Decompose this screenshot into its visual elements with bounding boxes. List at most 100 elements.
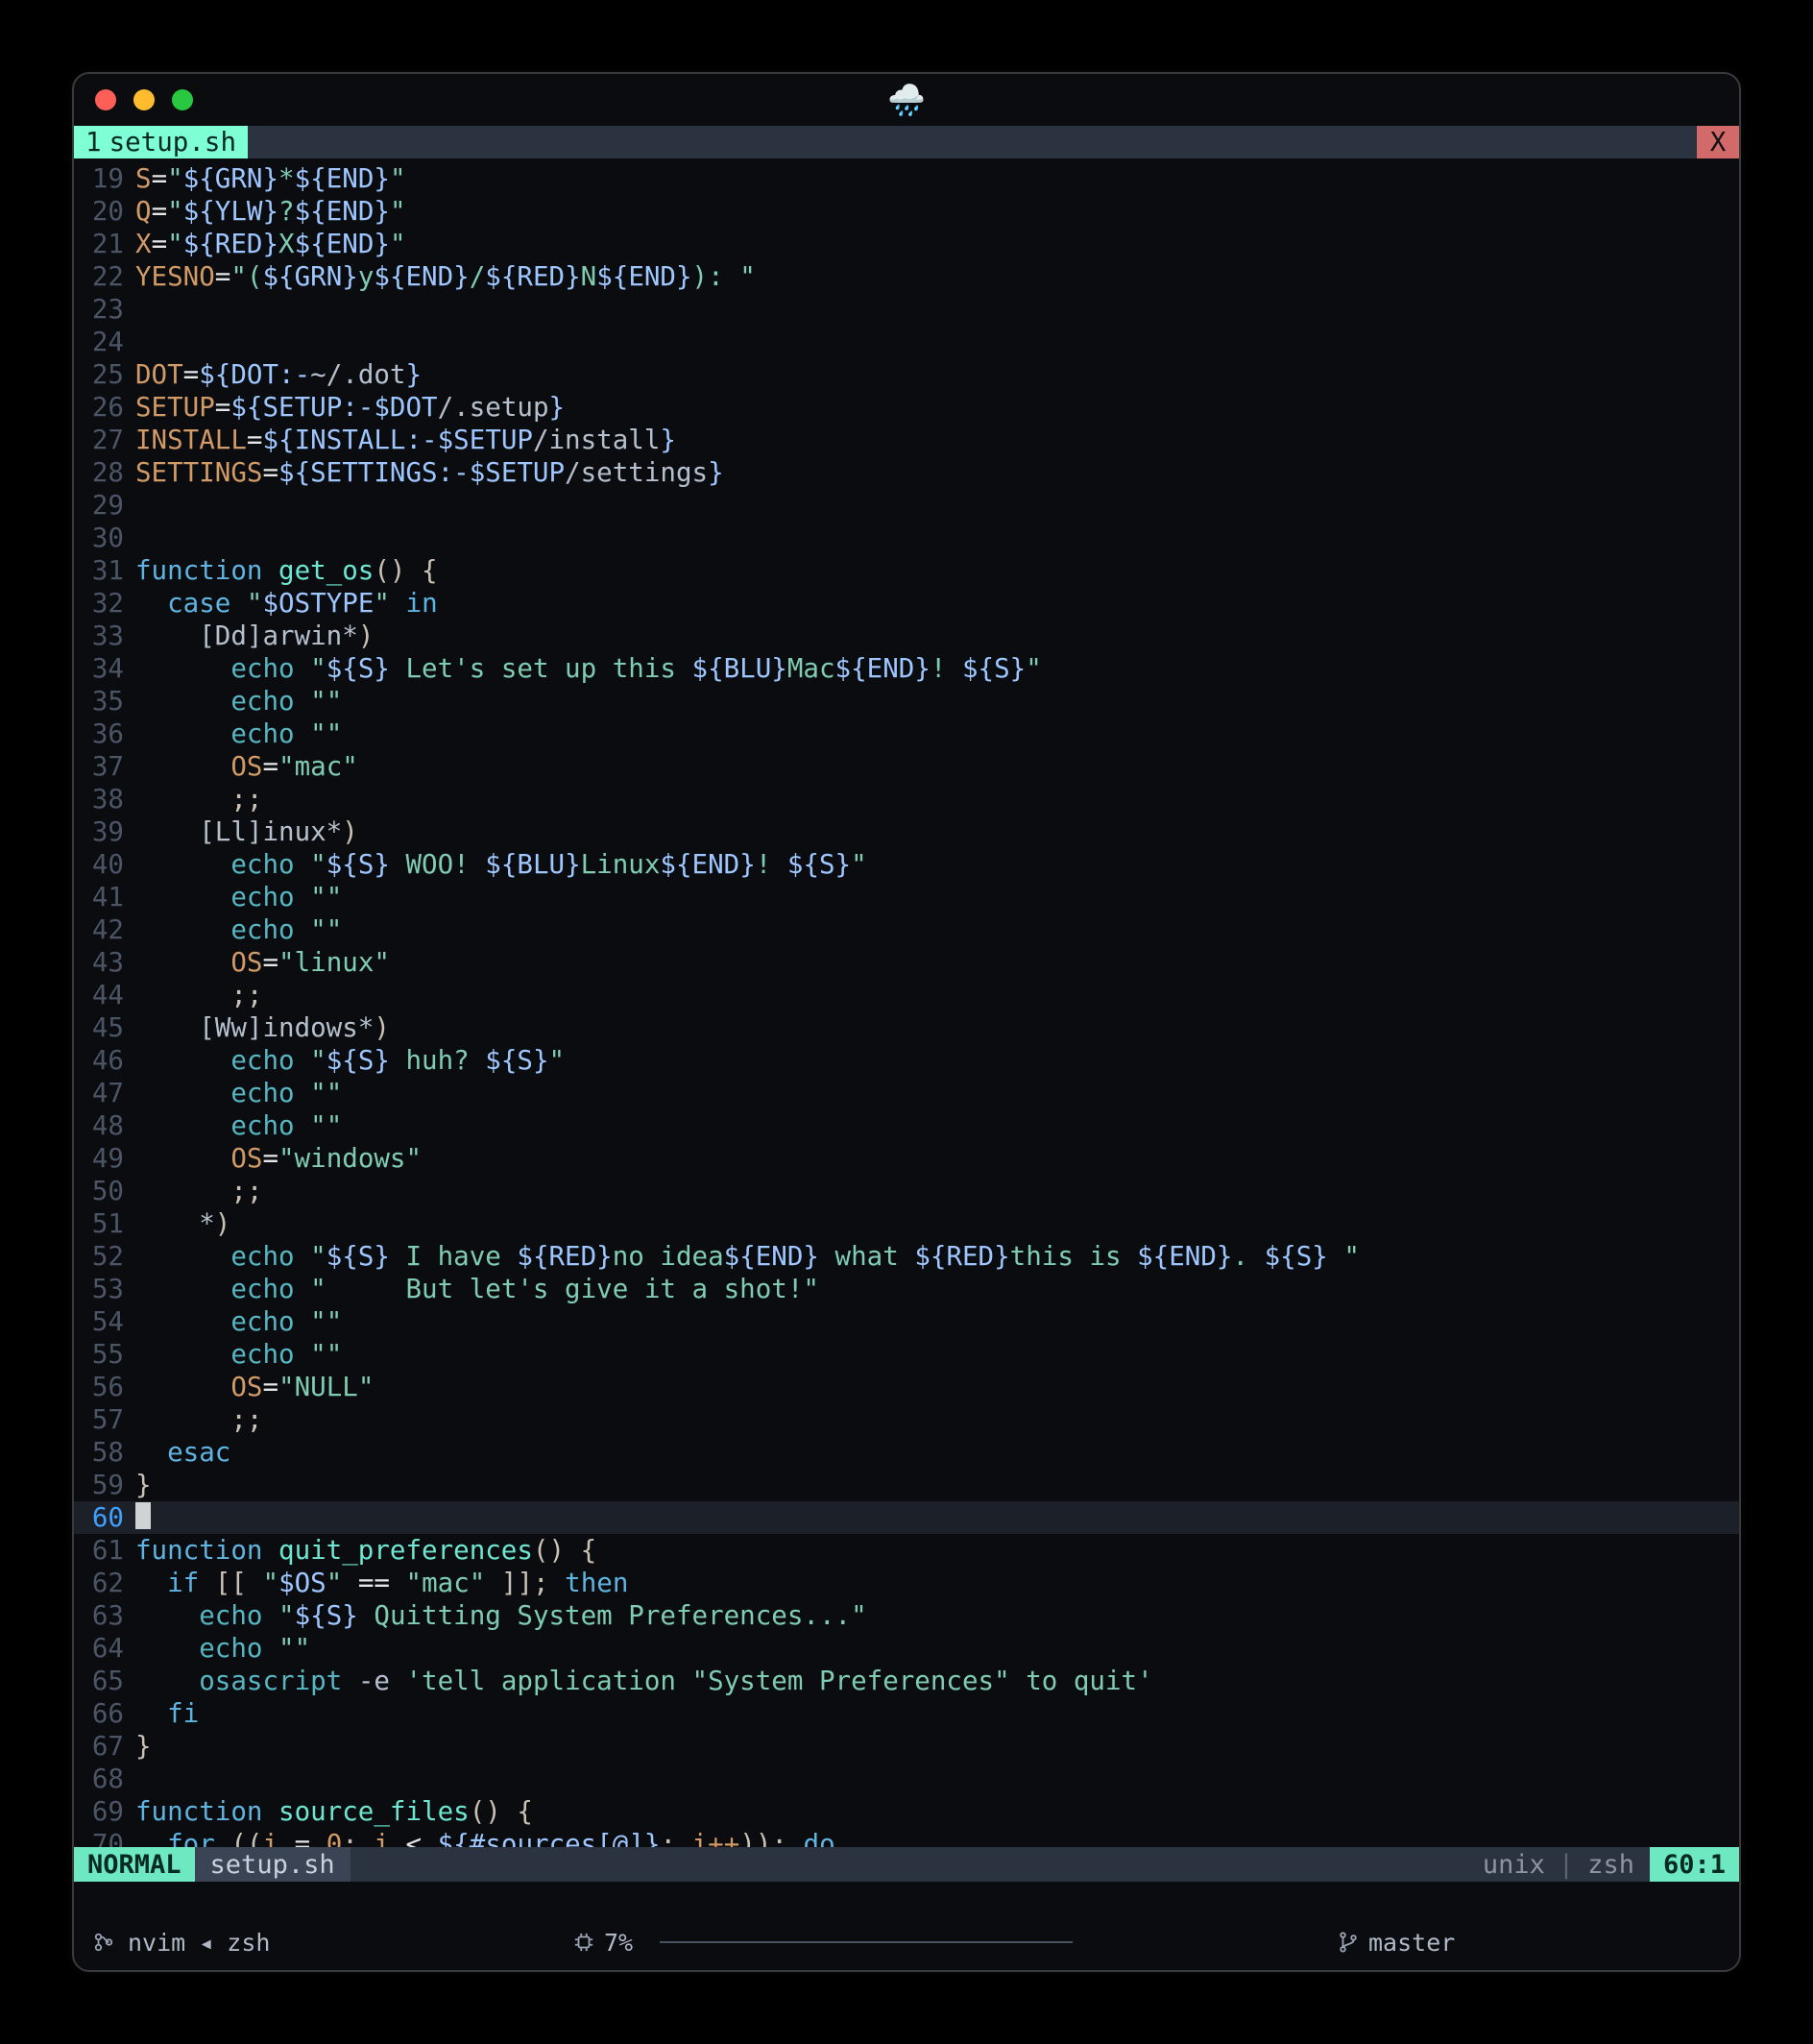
tmux-separator [660,1941,1073,1943]
code-line[interactable]: 22YESNO="(${GRN}y${END}/${RED}N${END}): … [74,260,1739,293]
code-line[interactable]: 35 echo "" [74,685,1739,718]
line-number: 21 [74,228,135,260]
line-number: 36 [74,718,135,750]
line-number: 48 [74,1109,135,1142]
code-line[interactable]: 44 ;; [74,979,1739,1011]
tmux-left: nvim ◂ zsh [93,1929,270,1957]
code-content: echo "" [135,913,1739,946]
code-line[interactable]: 19S="${GRN}*${END}" [74,162,1739,195]
line-number: 26 [74,391,135,424]
code-line[interactable]: 42 echo "" [74,913,1739,946]
code-content: S="${GRN}*${END}" [135,162,1739,195]
code-content [135,293,1739,326]
code-line[interactable]: 46 echo "${S} huh? ${S}" [74,1044,1739,1077]
code-line[interactable]: 21X="${RED}X${END}" [74,228,1739,260]
code-line[interactable]: 47 echo "" [74,1077,1739,1109]
code-content: function source_files() { [135,1795,1739,1828]
code-line[interactable]: 56 OS="NULL" [74,1371,1739,1403]
code-line[interactable]: 28SETTINGS=${SETTINGS:-$SETUP/settings} [74,456,1739,489]
code-line[interactable]: 60 [74,1501,1739,1534]
code-line[interactable]: 43 OS="linux" [74,946,1739,979]
code-line[interactable]: 26SETUP=${SETUP:-$DOT/.setup} [74,391,1739,424]
code-line[interactable]: 58 esac [74,1436,1739,1469]
code-line[interactable]: 37 OS="mac" [74,750,1739,783]
line-number: 56 [74,1371,135,1403]
code-line[interactable]: 29 [74,489,1739,522]
line-number: 64 [74,1632,135,1665]
code-line[interactable]: 39 [Ll]inux*) [74,815,1739,848]
code-line[interactable]: 64 echo "" [74,1632,1739,1665]
code-line[interactable]: 52 echo "${S} I have ${RED}no idea${END}… [74,1240,1739,1273]
code-line[interactable]: 61function quit_preferences() { [74,1534,1739,1567]
tab-index: 1 [85,127,102,158]
code-line[interactable]: 25DOT=${DOT:-~/.dot} [74,358,1739,391]
code-content [135,489,1739,522]
code-line[interactable]: 62 if [[ "$OS" == "mac" ]]; then [74,1567,1739,1599]
code-line[interactable]: 33 [Dd]arwin*) [74,620,1739,652]
branch-activity-icon [93,1932,114,1953]
code-line[interactable]: 32 case "$OSTYPE" in [74,587,1739,620]
code-line[interactable]: 30 [74,522,1739,554]
code-line[interactable]: 66 fi [74,1697,1739,1730]
line-number: 43 [74,946,135,979]
line-number: 52 [74,1240,135,1273]
minimize-window-button[interactable] [133,89,155,110]
code-content: function quit_preferences() { [135,1534,1739,1567]
close-icon: X [1710,127,1727,158]
tabbar-spacer [248,126,1697,158]
code-line[interactable]: 50 ;; [74,1175,1739,1207]
buffer-tabbar: 1 setup.sh X [74,126,1739,158]
line-number: 68 [74,1763,135,1795]
code-content: echo " But let's give it a shot!" [135,1273,1739,1305]
code-line[interactable]: 24 [74,326,1739,358]
code-line[interactable]: 69function source_files() { [74,1795,1739,1828]
line-number: 62 [74,1567,135,1599]
code-line[interactable]: 45 [Ww]indows*) [74,1011,1739,1044]
tmux-center: 7% [573,1929,1073,1957]
line-number: 54 [74,1305,135,1338]
line-number: 45 [74,1011,135,1044]
code-line[interactable]: 20Q="${YLW}?${END}" [74,195,1739,228]
code-line[interactable]: 27INSTALL=${INSTALL:-$SETUP/install} [74,424,1739,456]
tab-setup-sh[interactable]: 1 setup.sh [74,126,248,158]
line-number: 63 [74,1599,135,1632]
maximize-window-button[interactable] [172,89,193,110]
code-line[interactable]: 48 echo "" [74,1109,1739,1142]
code-line[interactable]: 68 [74,1763,1739,1795]
git-branch-name: master [1368,1929,1455,1957]
code-line[interactable]: 57 ;; [74,1403,1739,1436]
editor-viewport[interactable]: 19S="${GRN}*${END}"20Q="${YLW}?${END}"21… [74,158,1739,1861]
code-line[interactable]: 51 *) [74,1207,1739,1240]
code-line[interactable]: 63 echo "${S} Quitting System Preference… [74,1599,1739,1632]
code-line[interactable]: 49 OS="windows" [74,1142,1739,1175]
code-line[interactable]: 40 echo "${S} WOO! ${BLU}Linux${END}! ${… [74,848,1739,881]
status-fileinfo: unix | zsh [1467,1847,1650,1882]
code-line[interactable]: 41 echo "" [74,881,1739,913]
code-content: } [135,1730,1739,1763]
code-content: [Ww]indows*) [135,1011,1739,1044]
code-line[interactable]: 67} [74,1730,1739,1763]
code-content: echo "" [135,718,1739,750]
line-number: 23 [74,293,135,326]
line-number: 66 [74,1697,135,1730]
code-line[interactable]: 53 echo " But let's give it a shot!" [74,1273,1739,1305]
close-window-button[interactable] [95,89,116,110]
code-line[interactable]: 36 echo "" [74,718,1739,750]
code-line[interactable]: 59} [74,1469,1739,1501]
line-number: 33 [74,620,135,652]
line-number: 49 [74,1142,135,1175]
status-bar: NORMAL setup.sh unix | zsh 60:1 [74,1847,1739,1882]
line-number: 67 [74,1730,135,1763]
code-line[interactable]: 34 echo "${S} Let's set up this ${BLU}Ma… [74,652,1739,685]
code-content [135,1501,1739,1534]
code-line[interactable]: 23 [74,293,1739,326]
code-line[interactable]: 31function get_os() { [74,554,1739,587]
tab-close-button[interactable]: X [1697,126,1739,158]
status-cursor-position: 60:1 [1650,1847,1739,1882]
code-line[interactable]: 54 echo "" [74,1305,1739,1338]
code-line[interactable]: 55 echo "" [74,1338,1739,1371]
title-weather-icon: 🌧️ [887,82,926,118]
code-line[interactable]: 38 ;; [74,783,1739,815]
code-line[interactable]: 65 osascript -e 'tell application "Syste… [74,1665,1739,1697]
status-filename: setup.sh [195,1847,351,1882]
